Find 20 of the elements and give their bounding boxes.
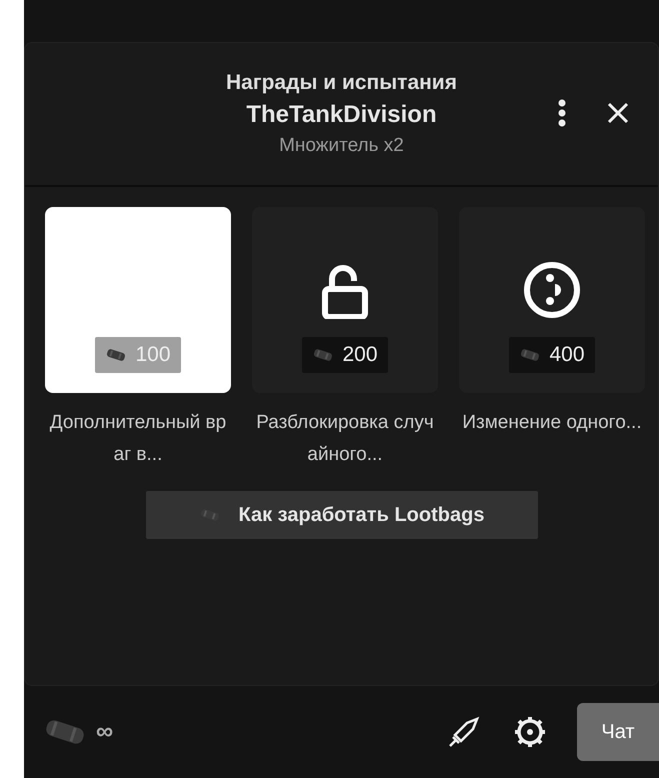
chat-button[interactable]: Чат	[577, 703, 659, 761]
settings-icon[interactable]	[513, 715, 547, 749]
price-value: 200	[342, 343, 378, 367]
panel-title: Награды и испытания	[226, 71, 457, 95]
multiplier-label: Множитель x2	[279, 135, 404, 157]
dice-circle-icon	[523, 261, 581, 319]
channel-name: TheTankDivision	[246, 101, 437, 129]
earn-lootbags-button[interactable]: Как заработать Lootbags	[146, 491, 538, 539]
sword-icon[interactable]	[447, 715, 481, 749]
reward-card[interactable]: 200	[252, 207, 438, 393]
unlocked-padlock-icon	[322, 265, 368, 319]
reward-title: Разблокировка случайного...	[255, 411, 435, 467]
price-value: 100	[135, 343, 171, 367]
reward-card[interactable]: 400	[459, 207, 645, 393]
balance-value: ∞	[96, 718, 114, 746]
more-options-icon[interactable]	[558, 99, 566, 127]
price-value: 400	[549, 343, 585, 367]
reward-title: Изменение одного...	[461, 411, 643, 435]
reward-title: Дополнительный враг в...	[48, 411, 228, 467]
close-icon[interactable]	[606, 101, 630, 125]
